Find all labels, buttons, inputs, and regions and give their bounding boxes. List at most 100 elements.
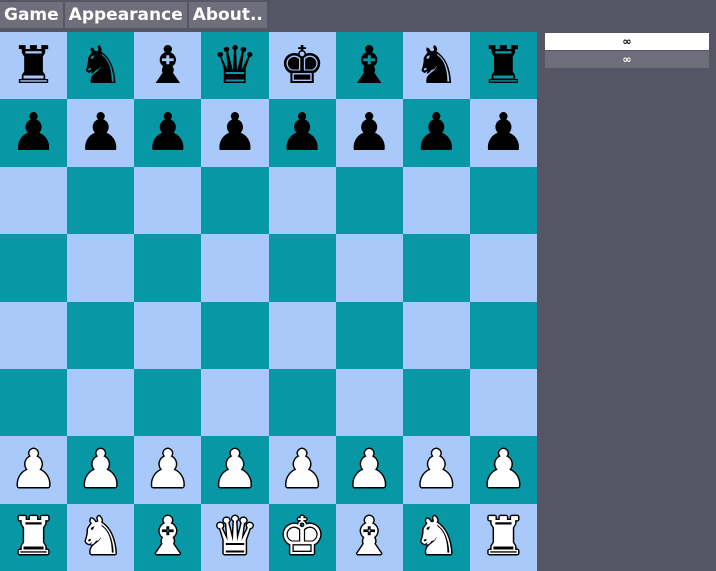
white-pawn-icon[interactable]: ♟︎ [77,444,124,496]
appearance-menu-button[interactable]: Appearance [64,2,187,28]
square-g6[interactable] [402,166,470,235]
square-h7[interactable]: ♟︎ [469,99,537,167]
square-d6[interactable] [201,166,269,235]
square-c2[interactable]: ♟︎ [134,436,202,504]
square-g1[interactable]: ♞︎ [402,503,470,571]
square-e1[interactable]: ♚︎ [268,503,336,571]
white-pawn-icon[interactable]: ♟︎ [212,444,259,496]
white-pawn-icon[interactable]: ♟︎ [10,444,57,496]
white-queen-icon[interactable]: ♛︎ [212,511,259,563]
white-knight-icon[interactable]: ♞︎ [77,511,124,563]
square-c1[interactable]: ♝︎ [134,503,202,571]
square-g2[interactable]: ♟︎ [402,436,470,504]
square-c3[interactable] [134,368,202,437]
white-pawn-icon[interactable]: ♟︎ [145,444,192,496]
square-h1[interactable]: ♜︎ [469,503,537,571]
square-f8[interactable]: ♝︎ [335,32,403,100]
square-e4[interactable] [268,301,336,369]
square-h5[interactable] [469,234,537,302]
black-bishop-icon[interactable]: ♝︎ [145,40,192,92]
square-b4[interactable] [67,301,135,369]
black-pawn-icon[interactable]: ♟︎ [145,107,192,159]
black-rook-icon[interactable]: ♜︎ [10,40,57,92]
square-e6[interactable] [268,166,336,235]
square-d5[interactable] [201,234,269,302]
square-e3[interactable] [268,368,336,437]
square-b1[interactable]: ♞︎ [67,503,135,571]
white-bishop-icon[interactable]: ♝︎ [346,511,393,563]
square-d4[interactable] [201,301,269,369]
black-knight-icon[interactable]: ♞︎ [413,40,460,92]
square-b5[interactable] [67,234,135,302]
square-a7[interactable]: ♟︎ [0,99,68,167]
square-g7[interactable]: ♟︎ [402,99,470,167]
white-pawn-icon[interactable]: ♟︎ [346,444,393,496]
square-e8[interactable]: ♚︎ [268,32,336,100]
square-b3[interactable] [67,368,135,437]
white-rook-icon[interactable]: ♜︎ [480,511,527,563]
white-pawn-icon[interactable]: ♟︎ [480,444,527,496]
black-pawn-icon[interactable]: ♟︎ [413,107,460,159]
square-d3[interactable] [201,368,269,437]
square-f3[interactable] [335,368,403,437]
square-b7[interactable]: ♟︎ [67,99,135,167]
game-menu-button[interactable]: Game [0,2,63,28]
square-g4[interactable] [402,301,470,369]
square-b6[interactable] [67,166,135,235]
white-king-icon[interactable]: ♚︎ [279,511,326,563]
black-pawn-icon[interactable]: ♟︎ [10,107,57,159]
white-pawn-icon[interactable]: ♟︎ [279,444,326,496]
white-knight-icon[interactable]: ♞︎ [413,511,460,563]
square-h6[interactable] [469,166,537,235]
square-h3[interactable] [469,368,537,437]
square-a4[interactable] [0,301,68,369]
square-a6[interactable] [0,166,68,235]
square-d7[interactable]: ♟︎ [201,99,269,167]
black-rook-icon[interactable]: ♜︎ [480,40,527,92]
square-e5[interactable] [268,234,336,302]
black-pawn-icon[interactable]: ♟︎ [279,107,326,159]
black-clock: ∞ [545,33,709,50]
black-pawn-icon[interactable]: ♟︎ [480,107,527,159]
white-pawn-icon[interactable]: ♟︎ [413,444,460,496]
square-f6[interactable] [335,166,403,235]
square-a8[interactable]: ♜︎ [0,32,68,100]
square-f2[interactable]: ♟︎ [335,436,403,504]
square-a1[interactable]: ♜︎ [0,503,68,571]
black-queen-icon[interactable]: ♛︎ [212,40,259,92]
about-menu-button[interactable]: About.. [188,2,267,28]
square-d1[interactable]: ♛︎ [201,503,269,571]
black-bishop-icon[interactable]: ♝︎ [346,40,393,92]
black-knight-icon[interactable]: ♞︎ [77,40,124,92]
square-c7[interactable]: ♟︎ [134,99,202,167]
square-c6[interactable] [134,166,202,235]
square-c8[interactable]: ♝︎ [134,32,202,100]
black-pawn-icon[interactable]: ♟︎ [346,107,393,159]
white-bishop-icon[interactable]: ♝︎ [145,511,192,563]
square-g5[interactable] [402,234,470,302]
square-b8[interactable]: ♞︎ [67,32,135,100]
square-f4[interactable] [335,301,403,369]
square-f5[interactable] [335,234,403,302]
square-c4[interactable] [134,301,202,369]
square-h2[interactable]: ♟︎ [469,436,537,504]
square-f7[interactable]: ♟︎ [335,99,403,167]
square-h8[interactable]: ♜︎ [469,32,537,100]
square-a2[interactable]: ♟︎ [0,436,68,504]
white-rook-icon[interactable]: ♜︎ [10,511,57,563]
square-f1[interactable]: ♝︎ [335,503,403,571]
square-d2[interactable]: ♟︎ [201,436,269,504]
square-g8[interactable]: ♞︎ [402,32,470,100]
square-c5[interactable] [134,234,202,302]
square-a5[interactable] [0,234,68,302]
square-g3[interactable] [402,368,470,437]
black-pawn-icon[interactable]: ♟︎ [77,107,124,159]
black-king-icon[interactable]: ♚︎ [279,40,326,92]
square-e2[interactable]: ♟︎ [268,436,336,504]
black-pawn-icon[interactable]: ♟︎ [212,107,259,159]
square-a3[interactable] [0,368,68,437]
square-h4[interactable] [469,301,537,369]
square-b2[interactable]: ♟︎ [67,436,135,504]
square-e7[interactable]: ♟︎ [268,99,336,167]
square-d8[interactable]: ♛︎ [201,32,269,100]
